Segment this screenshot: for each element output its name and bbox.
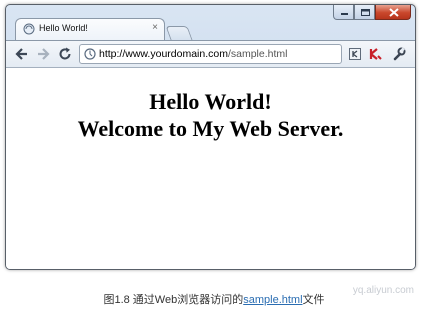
page-content: Hello World! Welcome to My Web Server.	[6, 68, 415, 269]
page-info-icon[interactable]	[84, 48, 96, 60]
page-heading-hello: Hello World!	[149, 89, 272, 114]
url-host: http://www.yourdomain.com	[99, 48, 228, 60]
tab-hello-world[interactable]: Hello World! ×	[15, 18, 165, 40]
new-tab-button[interactable]	[165, 26, 193, 40]
minimize-button[interactable]	[333, 5, 354, 20]
back-arrow-icon[interactable]	[14, 46, 30, 62]
minimize-icon	[341, 13, 348, 15]
address-bar[interactable]: http://www.yourdomain.com/sample.html	[79, 44, 342, 64]
tab-close-icon[interactable]: ×	[152, 22, 158, 33]
forward-arrow-icon[interactable]	[35, 46, 51, 62]
antivirus-icon[interactable]	[369, 47, 383, 61]
url-text: http://www.yourdomain.com/sample.html	[99, 48, 288, 60]
page-heading-welcome: Welcome to My Web Server.	[77, 116, 344, 141]
caption-suffix: 文件	[302, 294, 325, 306]
tab-title: Hello World!	[39, 23, 88, 33]
caption-link[interactable]: sample.html	[243, 294, 302, 306]
reload-icon[interactable]	[57, 46, 73, 62]
watermark: yq.aliyun.com	[352, 285, 414, 296]
caption-prefix: 图1.8 通过Web浏览器访问的	[103, 294, 244, 306]
close-button[interactable]	[375, 5, 411, 20]
toolbar: http://www.yourdomain.com/sample.html	[6, 40, 415, 68]
bookmark-icon[interactable]	[348, 47, 362, 61]
wrench-icon[interactable]	[392, 47, 406, 61]
close-icon	[389, 8, 399, 17]
page-globe-icon	[23, 23, 35, 35]
maximize-icon	[361, 9, 370, 16]
url-path: /sample.html	[227, 48, 288, 60]
window-controls	[333, 5, 411, 21]
maximize-button[interactable]	[354, 5, 375, 20]
browser-window: Hello World! × http://www.yourdomain.com…	[5, 4, 416, 270]
